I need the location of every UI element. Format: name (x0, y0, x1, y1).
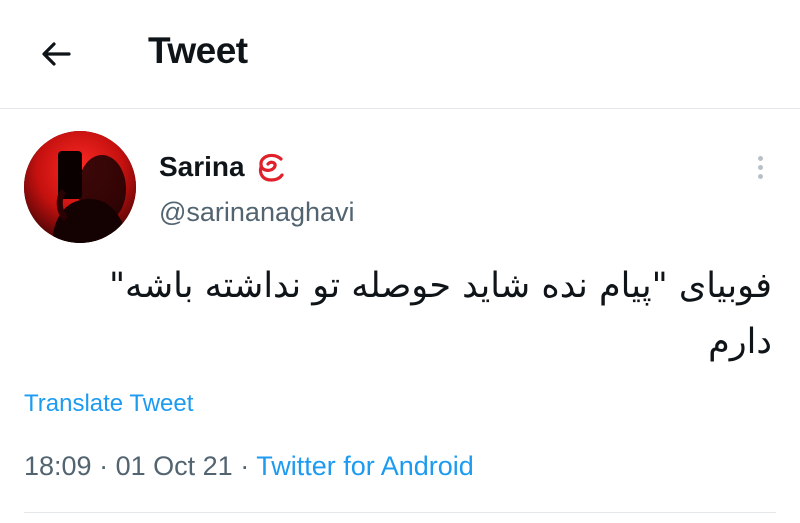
author-display-name[interactable]: Sarina (159, 151, 245, 183)
author-handle[interactable]: @sarinanaghavi (159, 197, 355, 228)
page-title: Tweet (148, 30, 248, 71)
avatar[interactable] (24, 131, 136, 243)
tweet-text-line: فوبیای "پیام نده شاید حوصله تو نداشته با… (108, 266, 772, 306)
tweet-detail-page: Tweet Sarina @sarinanaghavi فوبیای "پیام… (0, 0, 800, 523)
tweet-text-line: دارم (708, 322, 772, 362)
meta-separator: · (99, 451, 109, 481)
red-curl-emoji-icon (258, 153, 284, 182)
translate-tweet-link[interactable]: Translate Tweet (24, 390, 193, 418)
tweet-time: 18:09 (24, 451, 92, 481)
vertical-ellipsis-icon (757, 155, 763, 161)
more-options-button[interactable] (748, 147, 772, 187)
tweet-source-link[interactable]: Twitter for Android (256, 451, 474, 481)
tweet-date: 01 Oct 21 (115, 451, 233, 481)
tweet-metadata: 18:09 · 01 Oct 21 · Twitter for Android (24, 451, 474, 482)
back-button[interactable] (34, 32, 78, 76)
profile-photo (24, 131, 136, 243)
arrow-left-icon (42, 42, 71, 66)
tweet-text: فوبیای "پیام نده شاید حوصله تو نداشته با… (32, 258, 772, 370)
meta-separator: · (240, 451, 250, 481)
top-bar: Tweet (0, 0, 800, 109)
divider (24, 512, 776, 513)
